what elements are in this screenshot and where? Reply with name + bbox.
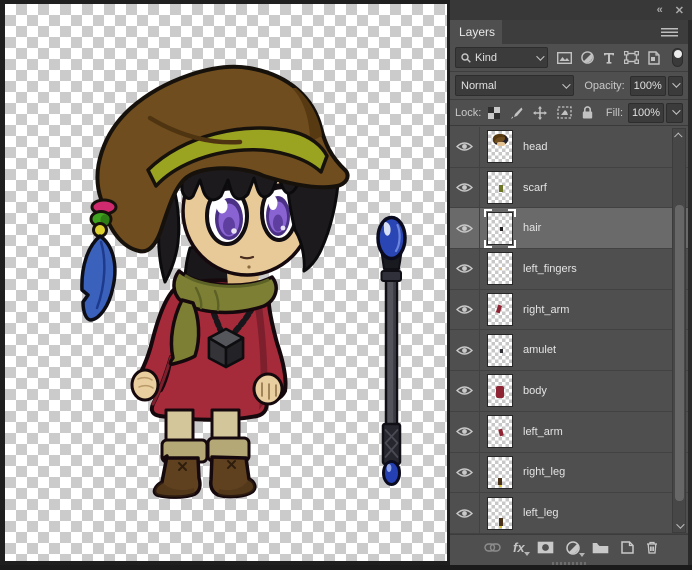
search-icon	[461, 52, 471, 63]
layer-thumbnail[interactable]	[487, 333, 513, 367]
lock-all-padlock-icon[interactable]	[582, 106, 593, 119]
blend-mode-row: Normal Opacity: 100%	[450, 72, 688, 100]
layer-thumbnail[interactable]	[487, 171, 513, 205]
layer-row-amulet[interactable]: amulet	[450, 330, 688, 372]
panel-tab-bar: Layers	[450, 20, 688, 44]
layer-name[interactable]: amulet	[523, 344, 556, 356]
layer-thumbnail[interactable]	[487, 252, 513, 286]
filter-toggle-switch[interactable]	[672, 48, 683, 67]
fill-label: Fill:	[605, 106, 623, 119]
panel-title-bar: « ✕	[450, 0, 692, 20]
kind-filter-dropdown[interactable]: Kind	[455, 47, 548, 68]
kind-filter-label: Kind	[475, 51, 498, 64]
scroll-down-button[interactable]	[673, 519, 685, 532]
new-group-folder-icon[interactable]	[592, 542, 609, 554]
visibility-eye-icon[interactable]	[450, 249, 480, 289]
layer-row-right-leg[interactable]: right_leg	[450, 452, 688, 494]
layer-row-right-arm[interactable]: right_arm	[450, 289, 688, 331]
layer-name[interactable]: left_leg	[523, 507, 558, 519]
adjustment-layer-filter-icon[interactable]	[581, 51, 594, 64]
visibility-eye-icon[interactable]	[450, 289, 480, 330]
layer-list-scrollbar[interactable]	[672, 128, 686, 533]
layer-row-hair[interactable]: hair	[450, 208, 688, 250]
layer-name[interactable]: right_arm	[523, 304, 569, 316]
layer-filter-row: Kind	[450, 44, 688, 72]
layer-thumbnail[interactable]	[487, 496, 513, 530]
visibility-eye-icon[interactable]	[450, 208, 480, 249]
close-panel-icon[interactable]: ✕	[675, 4, 684, 17]
delete-layer-trash-icon[interactable]	[646, 541, 658, 554]
layer-name[interactable]: left_arm	[523, 426, 563, 438]
panel-menu-icon[interactable]	[661, 27, 678, 37]
visibility-eye-icon[interactable]	[450, 167, 480, 208]
layers-panel-toolbar: fx	[450, 534, 688, 560]
layer-row-head[interactable]: head	[450, 127, 688, 168]
visibility-eye-icon[interactable]	[450, 371, 480, 411]
visibility-eye-icon[interactable]	[450, 452, 480, 493]
document-canvas[interactable]	[5, 4, 447, 561]
staff-art	[376, 215, 407, 486]
opacity-value: 100%	[633, 79, 662, 92]
chevron-down-icon	[562, 79, 571, 89]
lock-icons	[488, 105, 593, 120]
filter-type-icons	[557, 48, 683, 67]
fill-dropdown-button[interactable]	[666, 102, 683, 123]
layer-name[interactable]: right_leg	[523, 466, 565, 478]
opacity-label: Opacity:	[584, 79, 625, 92]
chevron-down-icon	[536, 51, 545, 61]
fill-value: 100%	[631, 106, 661, 119]
shape-layer-filter-icon[interactable]	[624, 51, 639, 64]
layers-panel: « ✕ Layers Kind Normal Opacity: 100% Loc…	[450, 0, 692, 570]
blend-mode-value: Normal	[461, 79, 497, 92]
layer-thumbnail[interactable]	[487, 455, 513, 489]
lock-artboard-icon[interactable]	[557, 106, 572, 119]
opacity-dropdown-button[interactable]	[667, 75, 683, 96]
character-artwork	[80, 64, 407, 499]
layer-list: head scarf hair left_fingers right_arm a…	[450, 127, 688, 534]
layer-row-scarf[interactable]: scarf	[450, 167, 688, 209]
layer-name[interactable]: scarf	[523, 182, 547, 194]
layer-row-body[interactable]: body	[450, 371, 688, 412]
smart-object-filter-icon[interactable]	[648, 50, 660, 65]
opacity-value-field[interactable]: 100%	[629, 75, 666, 96]
layer-thumbnail[interactable]	[487, 415, 513, 449]
fill-value-field[interactable]: 100%	[628, 102, 664, 123]
pixel-layer-filter-icon[interactable]	[557, 51, 572, 64]
layer-name[interactable]: body	[523, 385, 547, 397]
visibility-eye-icon[interactable]	[450, 127, 480, 167]
scrollbar-thumb[interactable]	[675, 205, 684, 501]
new-adjustment-layer-icon[interactable]	[565, 540, 585, 557]
layer-styles-fx-icon[interactable]: fx	[513, 541, 530, 556]
layer-name[interactable]: left_fingers	[523, 263, 577, 275]
layer-row-left-arm[interactable]: left_arm	[450, 411, 688, 453]
layer-row-left-leg[interactable]: left_leg	[450, 493, 688, 534]
layer-row-left-fingers[interactable]: left_fingers	[450, 249, 688, 290]
add-layer-mask-icon[interactable]	[537, 541, 554, 554]
link-layers-icon[interactable]	[484, 543, 501, 552]
layer-thumbnail[interactable]	[487, 293, 513, 327]
lock-position-move-icon[interactable]	[533, 105, 548, 120]
layer-name[interactable]: head	[523, 141, 547, 153]
lock-row: Lock: Fill: 100%	[450, 100, 688, 126]
visibility-eye-icon[interactable]	[450, 493, 480, 533]
lock-image-pixels-brush-icon[interactable]	[510, 106, 523, 119]
lock-label: Lock:	[455, 106, 482, 119]
layer-thumbnail[interactable]	[487, 374, 513, 408]
blend-mode-dropdown[interactable]: Normal	[455, 75, 575, 96]
visibility-eye-icon[interactable]	[450, 411, 480, 452]
visibility-eye-icon[interactable]	[450, 330, 480, 371]
layer-name[interactable]: hair	[523, 222, 541, 234]
tab-layers[interactable]: Layers	[450, 20, 502, 44]
layer-thumbnail[interactable]	[484, 208, 516, 248]
scroll-up-button[interactable]	[673, 129, 685, 142]
lock-transparent-pixels-icon[interactable]	[488, 106, 501, 119]
window-bottom-edge	[0, 565, 692, 570]
type-layer-filter-icon[interactable]	[603, 52, 615, 64]
new-layer-icon[interactable]	[620, 541, 634, 554]
character-art	[80, 64, 350, 499]
collapse-panel-icon[interactable]: «	[657, 4, 663, 16]
layer-thumbnail[interactable]	[487, 130, 513, 164]
